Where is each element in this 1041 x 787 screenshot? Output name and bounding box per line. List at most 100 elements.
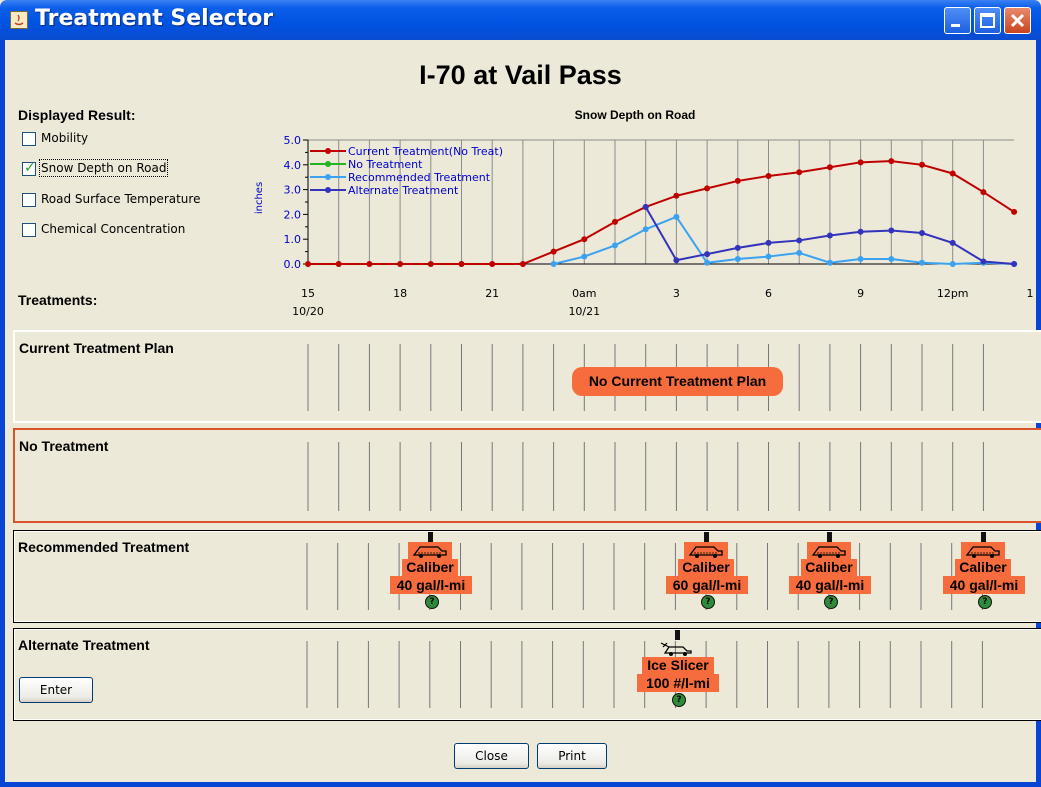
treatment-name: Ice Slicer bbox=[642, 657, 714, 674]
treatment-rate: 40 gal/l-mi bbox=[789, 576, 871, 594]
data-point bbox=[550, 261, 557, 267]
legend-label: Recommended Treatment bbox=[348, 171, 491, 184]
data-point bbox=[857, 228, 864, 235]
data-point bbox=[734, 177, 741, 184]
data-point bbox=[673, 213, 680, 220]
data-point bbox=[704, 185, 711, 192]
help-icon[interactable]: ? bbox=[978, 595, 992, 609]
data-point bbox=[581, 236, 588, 243]
treatment-item[interactable]: Caliber 40 gal/l-mi ? bbox=[789, 532, 871, 618]
option-label: Road Surface Temperature bbox=[41, 192, 201, 206]
x-tick-label: 18 bbox=[393, 287, 408, 300]
data-point bbox=[673, 192, 680, 199]
plow-truck-icon bbox=[684, 542, 728, 560]
treatment-name: Caliber bbox=[678, 559, 734, 576]
option-label: Chemical Concentration bbox=[41, 222, 186, 236]
snow-depth-chart: 0.0 1.0 2.0 3.0 4.0 5.0 inches Current Treatmen… bbox=[254, 134, 1018, 271]
data-point bbox=[919, 259, 925, 266]
data-point bbox=[1011, 261, 1018, 267]
panel-title: Alternate Treatment bbox=[18, 637, 150, 653]
y-tick-label: 2.0 bbox=[284, 208, 302, 221]
data-point bbox=[366, 261, 373, 267]
no-current-plan-badge: No Current Treatment Plan bbox=[572, 367, 783, 396]
data-point bbox=[796, 249, 803, 256]
data-point bbox=[949, 239, 956, 246]
data-point bbox=[458, 261, 465, 267]
treatment-name: Caliber bbox=[801, 559, 857, 576]
x-tick-label: 0am bbox=[572, 287, 597, 300]
treatment-item[interactable]: Caliber 40 gal/l-mi ? bbox=[390, 532, 472, 618]
data-point bbox=[612, 218, 618, 225]
panel-title: No Treatment bbox=[19, 438, 109, 454]
x-tick-label: 6 bbox=[765, 287, 772, 300]
enter-button[interactable]: Enter bbox=[19, 677, 93, 703]
plow-truck-icon bbox=[961, 542, 1005, 560]
window-title: Treatment Selector bbox=[35, 6, 274, 31]
data-point bbox=[734, 256, 741, 263]
data-point bbox=[734, 244, 741, 251]
data-point bbox=[519, 261, 526, 267]
treatment-item[interactable]: Caliber 60 gal/l-mi ? bbox=[666, 532, 748, 618]
legend-label: Current Treatment(No Treat) bbox=[348, 145, 503, 158]
alternate-treatment-panel[interactable]: Alternate Treatment bbox=[13, 628, 1041, 721]
x-date-label: 10/20 bbox=[292, 305, 324, 318]
legend-marker bbox=[325, 187, 331, 193]
data-point bbox=[765, 172, 772, 179]
y-tick-label: 1.0 bbox=[284, 233, 302, 246]
treatment-rate: 100 #/l-mi bbox=[637, 674, 719, 692]
data-point bbox=[612, 242, 618, 249]
data-point bbox=[489, 261, 496, 267]
data-point bbox=[673, 257, 680, 264]
print-button[interactable]: Print bbox=[537, 743, 607, 769]
timeline-marker bbox=[675, 630, 680, 640]
data-point bbox=[765, 239, 772, 246]
treatment-rate: 60 gal/l-mi bbox=[666, 576, 748, 594]
no-treatment-panel[interactable]: No Treatment bbox=[13, 428, 1041, 523]
help-icon[interactable]: ? bbox=[672, 693, 686, 707]
y-axis-label: inches bbox=[254, 182, 265, 214]
close-button[interactable]: Close bbox=[454, 743, 529, 769]
snow-depth-checkbox[interactable]: ✓ bbox=[22, 160, 36, 176]
help-icon[interactable]: ? bbox=[425, 595, 439, 609]
spreader-truck-icon bbox=[655, 640, 699, 658]
treatment-item[interactable]: Caliber 40 gal/l-mi ? bbox=[943, 532, 1025, 618]
mobility-checkbox[interactable] bbox=[22, 132, 36, 146]
x-tick-label: 9 bbox=[857, 287, 865, 300]
close-window-button[interactable] bbox=[1004, 7, 1031, 34]
treatment-item[interactable]: Ice Slicer 100 #/l-mi ? bbox=[637, 630, 719, 716]
data-point bbox=[397, 261, 404, 267]
treatment-name: Caliber bbox=[402, 559, 458, 576]
help-icon[interactable]: ? bbox=[701, 595, 715, 609]
window-frame-left bbox=[0, 40, 5, 787]
help-icon[interactable]: ? bbox=[824, 595, 838, 609]
option-label: Snow Depth on Road bbox=[38, 159, 169, 177]
window-frame-bottom bbox=[0, 782, 1041, 787]
data-point bbox=[826, 259, 833, 266]
legend-marker bbox=[325, 174, 331, 180]
panel-title: Current Treatment Plan bbox=[19, 340, 174, 356]
timeline-marker bbox=[704, 532, 709, 542]
timeline-marker bbox=[827, 532, 832, 542]
data-point bbox=[826, 232, 833, 239]
data-point bbox=[919, 230, 925, 236]
road-temp-checkbox[interactable] bbox=[22, 193, 36, 207]
recommended-treatment-panel[interactable]: Recommended Treatment bbox=[13, 530, 1041, 623]
plow-truck-icon bbox=[408, 542, 452, 560]
location-title: I-70 at Vail Pass bbox=[419, 60, 622, 90]
data-point bbox=[427, 261, 434, 267]
data-point bbox=[1011, 208, 1018, 215]
data-point bbox=[949, 170, 956, 177]
y-tick-label: 0.0 bbox=[284, 258, 302, 271]
minimize-button[interactable] bbox=[944, 7, 971, 34]
treatment-rate: 40 gal/l-mi bbox=[943, 576, 1025, 594]
data-point bbox=[550, 248, 557, 255]
data-point bbox=[888, 256, 895, 263]
maximize-button[interactable] bbox=[974, 7, 1001, 34]
y-tick-label: 4.0 bbox=[284, 159, 302, 172]
option-label: Mobility bbox=[41, 131, 89, 145]
panel-title: Recommended Treatment bbox=[18, 539, 190, 555]
data-point bbox=[888, 158, 895, 165]
chemical-checkbox[interactable] bbox=[22, 223, 36, 237]
legend-label: Alternate Treatment bbox=[348, 184, 459, 197]
x-tick-label: 1 bbox=[1026, 287, 1034, 300]
